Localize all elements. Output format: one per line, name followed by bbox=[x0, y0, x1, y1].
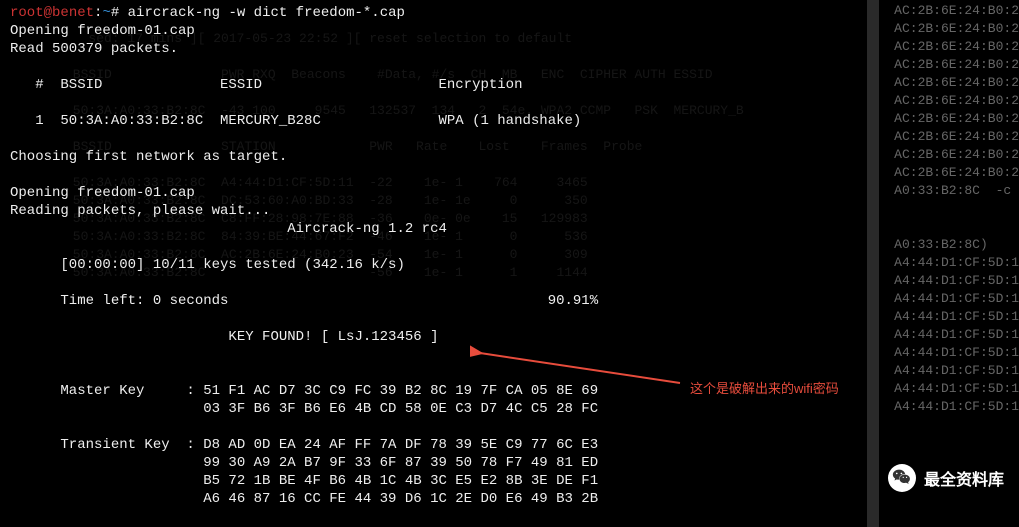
output-transient-key: B5 72 1B BE 4F B6 4B 1C 4B 3C E5 E2 8B 3… bbox=[10, 473, 607, 489]
prompt-path: ~ bbox=[102, 5, 110, 21]
output-progress: [00:00:00] 10/11 keys tested (342.16 k/s… bbox=[10, 257, 413, 273]
output-line: Opening freedom-01.cap bbox=[10, 185, 195, 201]
prompt-host: benet bbox=[52, 5, 94, 21]
command-text: aircrack-ng -w dict freedom-*.cap bbox=[128, 5, 405, 21]
output-key-found: KEY FOUND! [ LsJ.123456 ] bbox=[10, 329, 438, 345]
output-transient-key: A6 46 87 16 CC FE 44 39 D6 1C 2E D0 E6 4… bbox=[10, 491, 607, 507]
output-transient-key: 99 30 A9 2A B7 9F 33 6F 87 39 50 78 F7 4… bbox=[10, 455, 607, 471]
prompt-user: root bbox=[10, 5, 44, 21]
annotation-text: 这个是破解出来的wifi密码 bbox=[690, 378, 839, 397]
prompt-at: @ bbox=[44, 5, 52, 21]
annotation-arrow bbox=[470, 345, 690, 395]
wechat-icon bbox=[888, 464, 916, 492]
terminal-window[interactable]: root@benet:~# aircrack-ng -w dict freedo… bbox=[4, 0, 879, 527]
watermark-text: 最全资料库 bbox=[924, 466, 1004, 490]
output-header: # BSSID ESSID Encryption bbox=[10, 77, 522, 93]
output-time-left: Time left: 0 seconds 90.91% bbox=[10, 293, 598, 309]
background-mac-list: AC:2B:6E:24:B0:2 AC:2B:6E:24:B0:2 AC:2B:… bbox=[894, 0, 1019, 416]
output-title: Aircrack-ng 1.2 rc4 bbox=[10, 221, 447, 237]
output-line: Opening freedom-01.cap bbox=[10, 23, 195, 39]
scrollbar[interactable] bbox=[867, 0, 879, 527]
prompt-hash: # bbox=[111, 5, 128, 21]
output-master-key: 03 3F B6 3F B6 E6 4B CD 58 0E C3 D7 4C C… bbox=[10, 401, 607, 417]
watermark: 最全资料库 bbox=[888, 464, 1004, 492]
output-network-row: 1 50:3A:A0:33:B2:8C MERCURY_B28C WPA (1 … bbox=[10, 113, 581, 129]
output-line: Read 500379 packets. bbox=[10, 41, 178, 57]
output-line: Reading packets, please wait... bbox=[10, 203, 270, 219]
output-transient-key: Transient Key : D8 AD 0D EA 24 AF FF 7A … bbox=[10, 437, 607, 453]
output-line: Choosing first network as target. bbox=[10, 149, 287, 165]
